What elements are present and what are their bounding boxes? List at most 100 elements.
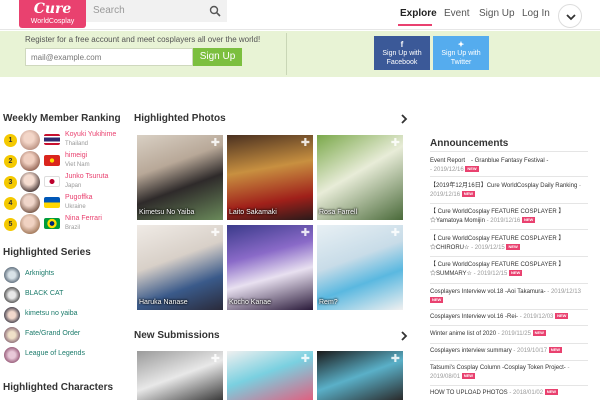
add-icon[interactable]: ✚ [301,226,310,239]
nav-sign-up[interactable]: Sign Up [479,8,515,19]
add-icon[interactable]: ✚ [391,352,400,365]
add-icon[interactable]: ✚ [391,136,400,149]
announcement-item[interactable]: Cosplayers interview summary - 2019/10/1… [430,347,590,356]
add-icon[interactable]: ✚ [391,226,400,239]
divider [430,325,588,326]
photo-card[interactable]: ✚ Kocho Kanae [227,225,313,310]
series-label[interactable]: Arknights [25,270,54,277]
announcement-item[interactable]: Cosplayers Interview vol.16 -Rei- - 2019… [430,313,590,322]
photo-caption[interactable]: Haruka Nanase [139,299,188,306]
nav-event[interactable]: Event [444,8,470,19]
ukraine-flag-icon [44,197,60,208]
series-item[interactable]: Arknights [4,267,124,283]
twitter-signup-button[interactable]: ✦ Sign Up with Twitter [433,36,489,70]
ranking-name[interactable]: Junko Tsuruta [65,173,108,180]
menu-toggle-button[interactable] [558,4,582,28]
signup-button[interactable]: Sign Up [193,48,242,66]
announcement-item[interactable]: 【 Cure WorldCosplay FEATURE COSPLAYER 】☆… [430,208,590,226]
ranking-name[interactable]: Nina Ferrari [65,215,102,222]
announcement-title[interactable]: Cosplayers Interview vol.18 -Aoi Takamur… [430,289,546,295]
announcement-title[interactable]: Event Report - Granblue Fantasy Festival… [430,158,548,164]
photo-caption[interactable]: Laito Sakamaki [229,209,277,216]
announcement-item[interactable]: 【2019年12月16日】Cure WorldCosplay Daily Ran… [430,182,590,200]
avatar[interactable] [20,193,40,213]
divider [430,360,588,361]
ranking-item[interactable]: 2 himeigi Viet Nam [4,151,124,171]
avatar[interactable] [20,130,40,150]
series-label[interactable]: League of Legends [25,350,85,357]
announcement-item[interactable]: Tatsumi's Cosplay Column -Cosplay Token … [430,364,590,382]
announcement-title[interactable]: 【2019年12月16日】Cure WorldCosplay Daily Ran… [430,183,577,189]
rank-badge: 5 [4,218,17,231]
photo-card[interactable]: ✚ Laito Sakamaki [227,135,313,220]
series-item[interactable]: BLACK CAT [4,287,124,303]
announcement-item[interactable]: Event Report - Granblue Fantasy Festival… [430,157,590,175]
ranking-item[interactable]: 3 Junko Tsuruta Japan [4,172,124,192]
add-icon[interactable]: ✚ [211,136,220,149]
ranking-name[interactable]: Pugoffka [65,194,93,201]
announcement-date: - 2019/11/25 [497,331,531,337]
ranking-item[interactable]: 5 Nina Ferrari Brazil [4,214,124,234]
divider [430,229,588,230]
announcement-date: - 2019/12/15 [471,245,505,251]
email-field[interactable]: mail@example.com [25,48,193,66]
photo-caption[interactable]: Kocho Kanae [229,299,271,306]
avatar[interactable] [20,214,40,234]
chevron-right-icon[interactable] [400,114,408,124]
logo-subtitle: WorldCosplay [30,18,75,25]
nav-log-in[interactable]: Log In [522,8,550,19]
chevron-right-icon[interactable] [400,331,408,341]
thailand-flag-icon [44,134,60,145]
photo-card[interactable]: ✚ [137,351,223,400]
announcement-title[interactable]: Cosplayers Interview vol.16 -Rei- [430,314,518,320]
add-icon[interactable]: ✚ [211,352,220,365]
photo-card[interactable]: ✚ Haruka Nanase [137,225,223,310]
announcement-item[interactable]: HOW TO UPLOAD PHOTOS - 2018/01/02 NEW [430,389,590,398]
new-badge: NEW [461,373,476,379]
announcement-title[interactable]: HOW TO UPLOAD PHOTOS [430,390,508,396]
announcement-date: - 2019/12/15 [473,271,508,277]
top-header: Cure WorldCosplay Search Explore Event S… [0,0,600,30]
photo-card[interactable]: ✚ Kimetsu No Yaiba [137,135,223,220]
photo-caption[interactable]: Rosa Farrell [319,209,357,216]
series-item[interactable]: kimetsu no yaiba [4,307,124,323]
ranking-item[interactable]: 1 Koyuki Yukihime Thailand [4,130,124,150]
announcement-item[interactable]: 【 Cure WorldCosplay FEATURE COSPLAYER 】☆… [430,261,590,279]
add-icon[interactable]: ✚ [301,136,310,149]
facebook-signup-line2: Facebook [386,59,418,66]
announcement-item[interactable]: Cosplayers Interview vol.18 -Aoi Takamur… [430,288,590,306]
series-label[interactable]: BLACK CAT [25,290,63,297]
search-input[interactable]: Search [86,0,227,22]
add-icon[interactable]: ✚ [301,352,310,365]
announcement-title[interactable]: Winter anime list of 2020 [430,331,496,337]
series-label[interactable]: Fate/Grand Order [25,330,80,337]
series-item[interactable]: Fate/Grand Order [4,327,124,343]
ranking-name[interactable]: Koyuki Yukihime [65,131,116,138]
series-item[interactable]: League of Legends [4,347,124,363]
facebook-signup-button[interactable]: f Sign Up with Facebook [374,36,430,70]
announcement-title[interactable]: Cosplayers interview summary [430,348,512,354]
photo-caption[interactable]: Kimetsu No Yaiba [139,209,194,216]
announcement-title[interactable]: Tatsumi's Cosplay Column -Cosplay Token … [430,365,566,371]
ranking-name[interactable]: himeigi [65,152,87,159]
announcement-item[interactable]: Winter anime list of 2020 - 2019/11/25 N… [430,330,590,339]
new-badge: NEW [509,270,523,276]
photo-card[interactable]: ✚ Rosa Farrell [317,135,403,220]
site-logo[interactable]: Cure WorldCosplay [19,0,86,28]
nav-explore[interactable]: Explore [400,8,437,19]
ranking-country: Brazil [65,225,81,231]
ranking-country: Ukraine [65,204,86,210]
photo-card[interactable]: ✚ [317,351,403,400]
avatar[interactable] [20,151,40,171]
ranking-country: Viet Nam [65,162,90,168]
ranking-country: Japan [65,183,82,189]
photo-caption[interactable]: Rem? [319,299,338,306]
series-label[interactable]: kimetsu no yaiba [25,310,78,317]
avatar[interactable] [20,172,40,192]
add-icon[interactable]: ✚ [211,226,220,239]
search-icon[interactable] [209,5,221,17]
announcement-item[interactable]: 【 Cure WorldCosplay FEATURE COSPLAYER 】☆… [430,235,590,253]
photo-card[interactable]: ✚ Rem? [317,225,403,310]
ranking-item[interactable]: 4 Pugoffka Ukraine [4,193,124,213]
photo-card[interactable]: ✚ [227,351,313,400]
